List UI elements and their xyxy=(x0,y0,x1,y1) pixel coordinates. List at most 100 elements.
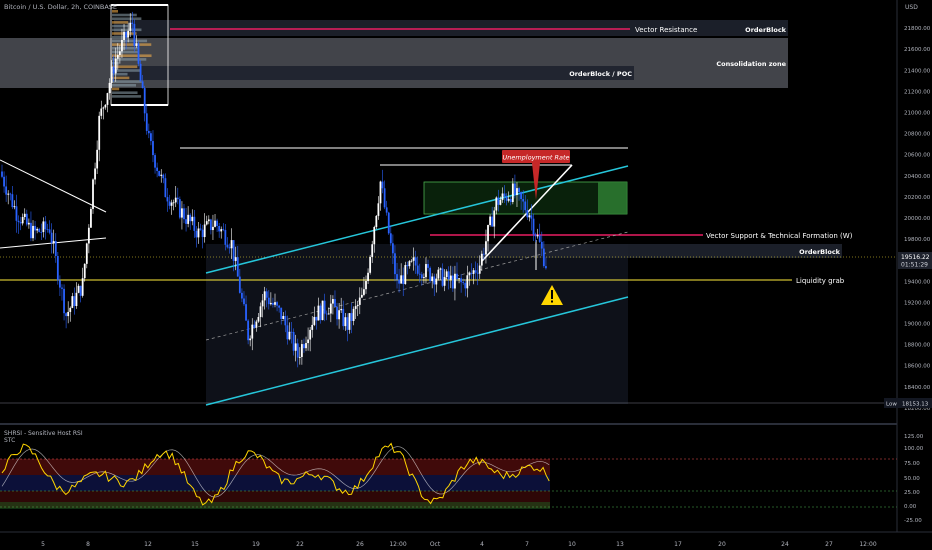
price-tick-label: 18800.00 xyxy=(904,343,931,349)
price-tick-label: 21200.00 xyxy=(904,89,931,95)
volume-profile-bar xyxy=(112,91,138,94)
candle-body xyxy=(474,270,477,273)
candle-body xyxy=(73,296,76,307)
candle-body xyxy=(487,225,489,242)
candle-body xyxy=(472,270,475,274)
candle-body xyxy=(75,292,78,307)
price-tick-label: 19000.00 xyxy=(904,322,931,328)
candle-body xyxy=(412,257,415,261)
stc-title[interactable]: STC xyxy=(4,437,15,444)
candle-body xyxy=(265,291,268,298)
price-tick-label: 19200.00 xyxy=(904,300,931,306)
time-tick-label: 22 xyxy=(296,541,304,548)
candle-body xyxy=(534,234,537,237)
candle-body xyxy=(203,224,206,238)
time-tick-label: 12 xyxy=(144,541,152,548)
shrsi-title[interactable]: SHRSI - Sensitive Host RSI xyxy=(4,430,83,437)
volume-profile-bar xyxy=(112,21,129,24)
candle-body xyxy=(542,248,545,267)
candle-body xyxy=(36,228,39,231)
time-tick-label: 12:00 xyxy=(859,541,876,548)
candle-body xyxy=(238,276,241,293)
candle-body xyxy=(294,343,297,351)
symbol-title[interactable]: Bitcoin / U.S. Dollar, 2h, COINBASE xyxy=(4,3,117,11)
candle-body xyxy=(259,306,262,318)
time-tick-label: 20 xyxy=(718,541,726,548)
candle-body xyxy=(282,315,285,319)
candle-body xyxy=(272,302,274,305)
candle-body xyxy=(495,197,498,211)
candle-body xyxy=(56,255,59,281)
candle-body xyxy=(344,317,347,327)
candle-body xyxy=(118,51,121,56)
candle-body xyxy=(371,244,374,257)
candle-body xyxy=(309,329,312,340)
candle-body xyxy=(143,88,146,114)
volume-profile-bar xyxy=(112,28,142,32)
candle-body xyxy=(21,217,24,224)
candle-body xyxy=(286,325,289,340)
candle-body xyxy=(183,208,185,220)
time-tick-label: 5 xyxy=(41,541,45,548)
orderblock-mid-label: OrderBlock xyxy=(799,248,840,256)
price-tick-label: 18600.00 xyxy=(904,364,931,370)
candle-body xyxy=(441,268,444,286)
orderblock-poc-box[interactable] xyxy=(114,66,634,80)
candle-body xyxy=(38,228,41,232)
candle-body xyxy=(145,113,148,131)
chart-canvas[interactable]: Unemployment Rate Vector Resistance Orde… xyxy=(0,0,932,550)
candle-body xyxy=(311,324,314,330)
candle-body xyxy=(499,199,502,205)
candle-body xyxy=(406,265,409,267)
indicator-tick-label: 75.00 xyxy=(904,461,920,467)
candle-body xyxy=(241,292,243,299)
candle-body xyxy=(11,194,14,208)
candle-body xyxy=(363,289,365,295)
candle-body xyxy=(365,280,367,290)
candle-body xyxy=(445,271,448,278)
candle-body xyxy=(255,321,258,328)
candle-body xyxy=(3,176,5,187)
time-tick-label: Oct xyxy=(430,541,441,548)
candle-body xyxy=(67,311,70,317)
candle-body xyxy=(454,273,456,289)
candle-body xyxy=(493,210,496,227)
candle-body xyxy=(447,271,450,280)
candle-body xyxy=(319,305,322,321)
candle-body xyxy=(375,215,378,227)
candle-body xyxy=(48,229,51,233)
candle-body xyxy=(462,282,465,283)
candle-body xyxy=(50,232,53,244)
candle-body xyxy=(152,141,154,156)
candle-body xyxy=(133,23,136,46)
time-tick-label: 8 xyxy=(86,541,90,548)
indicator-tick-label: 125.00 xyxy=(904,434,924,440)
candle-body xyxy=(532,218,535,235)
candle-body xyxy=(79,285,82,296)
candle-body xyxy=(9,193,12,195)
candle-body xyxy=(205,221,208,225)
candle-body xyxy=(505,196,508,201)
candle-body xyxy=(480,253,483,266)
candle-body xyxy=(408,261,411,267)
candle-body xyxy=(216,220,218,226)
time-tick-label: 10 xyxy=(568,541,576,548)
time-tick-label: 12:00 xyxy=(389,541,406,548)
candle-body xyxy=(507,199,510,201)
candle-body xyxy=(290,331,293,333)
candle-body xyxy=(160,174,163,176)
candle-body xyxy=(520,192,523,200)
time-tick-label: 27 xyxy=(825,541,833,548)
candle-body xyxy=(305,343,307,349)
unemployment-rate-label: Unemployment Rate xyxy=(502,154,569,162)
candle-body xyxy=(300,344,303,357)
candle-body xyxy=(303,344,305,349)
candle-body xyxy=(396,274,398,280)
candle-body xyxy=(373,226,376,245)
candle-body xyxy=(267,297,270,305)
price-tick-label: 21600.00 xyxy=(904,47,931,53)
candle-body xyxy=(410,260,413,262)
candle-body xyxy=(414,257,417,266)
candle-body xyxy=(389,233,392,244)
candle-body xyxy=(147,130,150,134)
